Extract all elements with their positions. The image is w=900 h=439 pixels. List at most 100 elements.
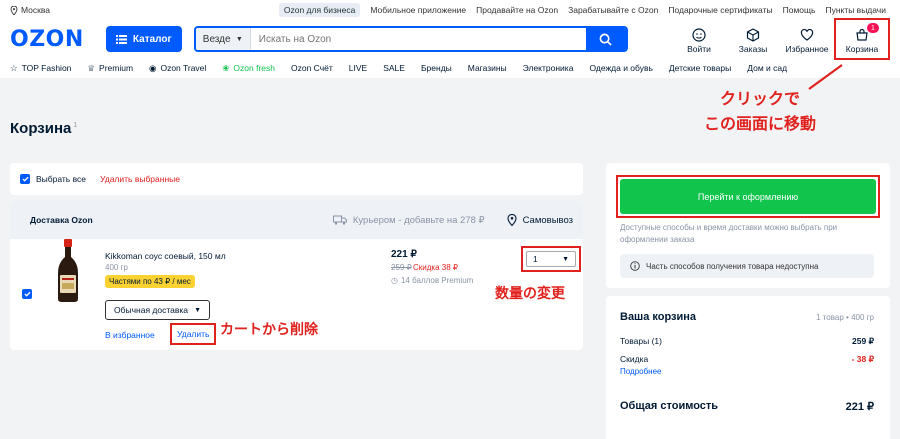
favorites-button[interactable]: Избранное <box>780 28 834 58</box>
annotation-line: クリックで <box>720 89 801 108</box>
item-discount: Скидка 38 ₽ <box>413 263 458 272</box>
search-scope-dropdown[interactable]: Везде ▼ <box>195 28 251 50</box>
check-icon <box>21 176 29 182</box>
add-to-favorites-link[interactable]: В избранное <box>105 330 155 340</box>
catalog-button[interactable]: Каталог <box>105 26 182 52</box>
summary-details-link[interactable]: Подробнее <box>620 367 662 376</box>
search-button[interactable] <box>585 28 626 50</box>
nav-item-electronics[interactable]: Электроника <box>523 63 574 73</box>
nav-item-shops[interactable]: Магазины <box>468 63 507 73</box>
summary-title: Ваша корзина <box>620 311 697 323</box>
utility-link-app[interactable]: Мобильное приложение <box>370 5 466 15</box>
annotation-quantity-change: 数量の変更 <box>495 286 565 302</box>
nav-item-home[interactable]: Дом и сад <box>747 63 787 73</box>
utility-link-help[interactable]: Помощь <box>783 5 816 15</box>
annotation-cart-click: クリックで この画面に移動 <box>704 86 816 136</box>
pickup-pin-icon <box>507 214 517 226</box>
nav-item-clothing[interactable]: Одежда и обувь <box>589 63 652 73</box>
installment-badge[interactable]: Частями по 43 ₽ / мес <box>105 275 195 288</box>
summary-discount-row: Скидка - 38 ₽ <box>620 354 874 365</box>
nav-label: Premium <box>99 63 134 73</box>
nav-item-top-fashion[interactable]: ☆ TOP Fashion <box>10 63 71 74</box>
leaf-icon: ❀ <box>222 62 230 73</box>
main-header: OZON Каталог Везде ▼ Войти Заказы <box>0 18 900 60</box>
favorites-label: Избранное <box>785 44 829 54</box>
points-icon: ◷ <box>391 276 398 285</box>
utility-links: Ozon для бизнеса Мобильное приложение Пр… <box>278 3 886 17</box>
nav-item-brands[interactable]: Бренды <box>421 63 452 73</box>
annotation-remove-from-cart: カートから削除 <box>220 322 318 338</box>
checkout-panel: Перейти к оформлению Доступные способы и… <box>606 163 890 288</box>
login-label: Войти <box>687 44 711 54</box>
orders-label: Заказы <box>738 44 768 54</box>
delivery-type-value: Обычная доставка <box>114 305 189 315</box>
location-label: Москва <box>21 5 51 15</box>
caret-down-icon: ▼ <box>194 306 201 314</box>
quantity-selector-highlight: 1 ▼ <box>521 246 581 272</box>
quantity-value: 1 <box>533 254 538 264</box>
cart-label: Корзина <box>845 44 879 54</box>
cart-button[interactable]: 1 Корзина <box>834 18 890 60</box>
caret-down-icon: ▼ <box>562 255 569 263</box>
cart-summary: Ваша корзина 1 товар • 400 гр Товары (1)… <box>606 296 890 439</box>
search-input[interactable] <box>250 28 586 50</box>
nav-item-account[interactable]: Ozon Счёт <box>291 63 333 73</box>
points-label: 14 баллов Premium <box>400 276 474 285</box>
summary-discount-value: - 38 ₽ <box>851 354 874 364</box>
summary-discount-label: Скидка <box>620 354 649 364</box>
menu-icon <box>115 34 127 44</box>
select-all-checkbox[interactable] <box>20 174 30 184</box>
utility-link-business[interactable]: Ozon для бизнеса <box>278 3 361 17</box>
summary-total-row: Общая стоимость 221 ₽ <box>620 400 874 413</box>
pickup-option[interactable]: Самовывоз <box>507 214 573 226</box>
checkout-button[interactable]: Перейти к оформлению <box>620 179 876 214</box>
product-name[interactable]: Kikkoman соус соевый, 150 мл <box>105 251 226 261</box>
ozon-logo[interactable]: OZON <box>10 27 84 52</box>
courier-option[interactable]: Курьером - добавьте на 278 ₽ <box>332 215 485 226</box>
utility-link-certificates[interactable]: Подарочные сертификаты <box>668 5 772 15</box>
checkout-note: Доступные способы и время доставки можно… <box>620 223 838 244</box>
nav-item-fresh[interactable]: ❀ Ozon fresh <box>222 63 275 74</box>
crown-icon: ♕ <box>87 62 96 73</box>
location-selector[interactable]: Москва <box>10 5 50 15</box>
summary-goods-value: 259 ₽ <box>852 336 874 346</box>
heart-icon <box>800 28 814 41</box>
orders-button[interactable]: Заказы <box>726 28 780 58</box>
globe-icon: ◉ <box>149 62 157 73</box>
login-button[interactable]: Войти <box>672 28 726 58</box>
quantity-dropdown[interactable]: 1 ▼ <box>526 251 576 267</box>
summary-meta: 1 товар • 400 гр <box>816 313 874 322</box>
cart-badge: 1 <box>867 23 879 33</box>
select-all-label[interactable]: Выбрать все <box>36 174 86 184</box>
delete-selected-link[interactable]: Удалить выбранные <box>100 174 180 184</box>
pickup-label: Самовывоз <box>522 214 573 226</box>
delivery-type-dropdown[interactable]: Обычная доставка ▼ <box>105 300 210 320</box>
search-icon <box>599 33 612 46</box>
item-checkbox[interactable] <box>22 289 32 299</box>
delivery-warning-text: Часть способов получения товара недоступ… <box>646 261 819 271</box>
truck-icon <box>332 215 347 225</box>
nav-item-kids[interactable]: Детские товары <box>669 63 731 73</box>
utility-link-pickup[interactable]: Пункты выдачи <box>825 5 886 15</box>
utility-bar: Москва Ozon для бизнеса Мобильное прилож… <box>0 0 900 20</box>
category-nav: ☆ TOP Fashion ♕ Premium ◉ Ozon Travel ❀ Ozon… <box>0 58 900 78</box>
utility-link-sell[interactable]: Продавайте на Ozon <box>476 5 558 15</box>
info-icon <box>630 261 640 271</box>
summary-goods-label: Товары (1) <box>620 336 662 346</box>
remove-item-button[interactable]: Удалить <box>170 323 217 345</box>
utility-link-earn[interactable]: Зарабатывайте с Ozon <box>568 5 658 15</box>
product-image[interactable] <box>54 239 82 303</box>
check-icon <box>23 291 31 297</box>
user-icon <box>692 28 706 42</box>
item-points: ◷ 14 баллов Premium <box>391 276 473 285</box>
nav-item-travel[interactable]: ◉ Ozon Travel <box>149 63 206 74</box>
nav-label: Ozon fresh <box>233 63 275 73</box>
summary-total-label: Общая стоимость <box>620 400 719 412</box>
nav-item-premium[interactable]: ♕ Premium <box>87 63 133 74</box>
delivery-header: Доставка Ozon Курьером - добавьте на 278… <box>10 201 583 239</box>
summary-total-value: 221 ₽ <box>845 401 874 413</box>
nav-item-live[interactable]: LIVE <box>349 63 367 73</box>
checkout-highlight: Перейти к оформлению <box>616 175 880 218</box>
nav-item-sale[interactable]: SALE <box>383 63 405 73</box>
search-scope-label: Везде <box>202 33 231 45</box>
